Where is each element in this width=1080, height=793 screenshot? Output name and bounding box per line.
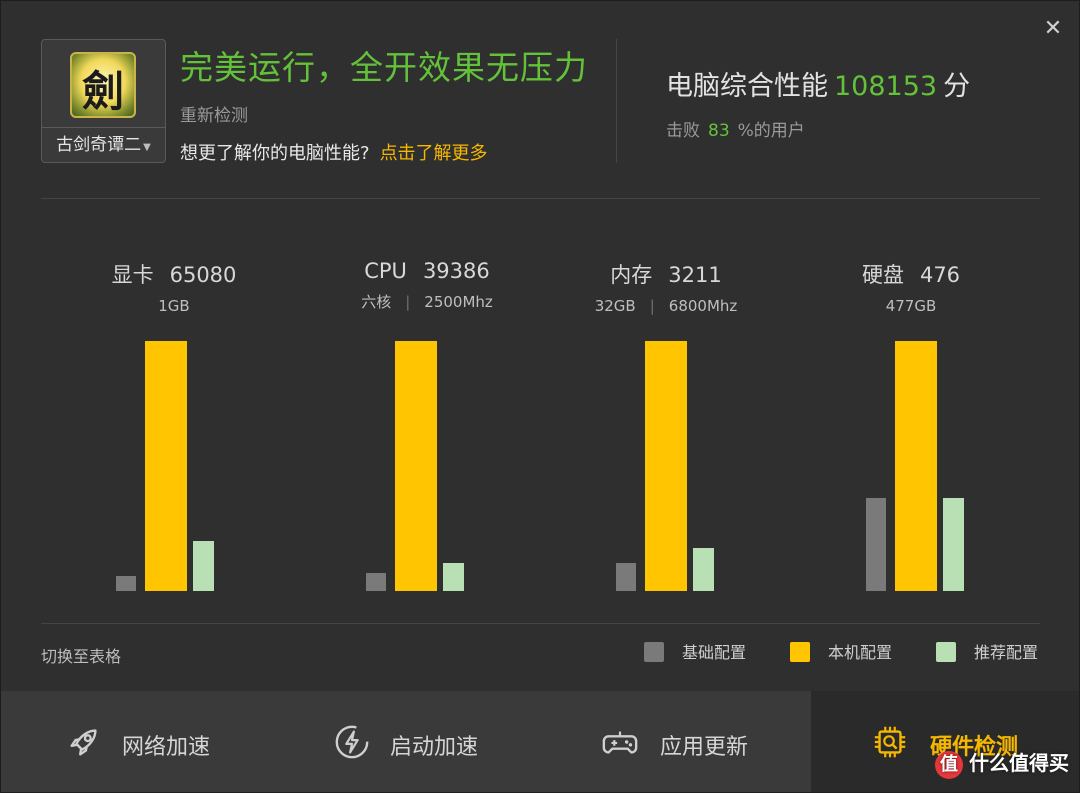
component-score: 476 — [919, 263, 961, 287]
game-icon: 劍 — [70, 52, 136, 118]
nav-startup-boost[interactable]: 启动加速 — [271, 691, 541, 792]
toggle-table-link[interactable]: 切换至表格 — [41, 643, 121, 667]
component-gpu: 显卡 65080 1GB — [64, 259, 284, 315]
nav-label: 网络加速 — [122, 735, 211, 760]
component-score: 65080 — [169, 263, 237, 287]
learn-more-link[interactable]: 点击了解更多 — [380, 143, 488, 164]
component-name: 硬盘 — [861, 263, 904, 287]
component-spec: 六核 — [361, 293, 392, 311]
component-name: 内存 — [610, 263, 653, 287]
score-value: 108153 — [834, 71, 938, 102]
component-score: 39386 — [422, 259, 490, 283]
watermark-text: 什么值得买 — [969, 751, 1069, 775]
section-divider-top — [41, 198, 1040, 199]
watermark: 值什么值得买 — [935, 746, 1069, 780]
gamepad-icon — [602, 731, 638, 754]
legend-label: 本机配置 — [828, 643, 893, 662]
bar-recommended — [443, 563, 464, 591]
nav-label: 启动加速 — [390, 735, 479, 760]
bar-mine — [895, 341, 937, 591]
chip-icon — [874, 726, 906, 758]
section-divider-bottom — [41, 623, 1040, 624]
status-title: 完美运行，全开效果无压力 — [180, 48, 588, 87]
bar-base — [366, 573, 386, 591]
score-unit: 分 — [943, 71, 971, 102]
legend-swatch — [790, 642, 810, 662]
nav-network-boost[interactable]: 网络加速 — [1, 691, 271, 792]
learn-more-text: 想更了解你的电脑性能? — [180, 143, 370, 164]
header-divider — [616, 39, 617, 163]
component-cpu: CPU 39386 六核 | 2500Mhz — [317, 259, 537, 312]
learn-more-row: 想更了解你的电脑性能? 点击了解更多 — [180, 139, 488, 165]
bar-mine — [145, 341, 187, 591]
chevron-down-icon: ▼ — [143, 142, 151, 153]
legend-swatch — [936, 642, 956, 662]
rocket-icon — [70, 729, 97, 756]
spec-separator: | — [405, 293, 411, 311]
app-window: ✕ 劍 古剑奇谭二 ▼ 完美运行，全开效果无压力 重新检测 想更了解你的电脑性能?… — [0, 0, 1080, 793]
legend-base: 基础配置 — [644, 642, 746, 664]
bar-base — [866, 498, 886, 591]
game-selector-card[interactable]: 劍 古剑奇谭二 ▼ — [41, 39, 166, 163]
component-spec-2: 6800Mhz — [668, 297, 738, 315]
bottom-nav: 网络加速 启动加速 应用更新 硬件检测 — [1, 691, 1079, 792]
component-name: CPU — [364, 259, 407, 283]
component-spec-2: 2500Mhz — [424, 293, 493, 311]
game-name: 古剑奇谭二 — [56, 135, 142, 155]
bar-mine — [645, 341, 687, 591]
bar-recommended — [193, 541, 214, 591]
bar-base — [616, 563, 636, 591]
nav-label: 应用更新 — [660, 735, 749, 760]
component-name: 显卡 — [111, 263, 154, 287]
component-score: 3211 — [668, 263, 722, 287]
beat-suffix: %的用户 — [737, 121, 805, 141]
legend-recommended: 推荐配置 — [936, 642, 1038, 664]
beat-value: 83 — [708, 121, 730, 141]
beat-prefix: 击败 — [666, 121, 700, 141]
lightning-icon — [335, 725, 369, 759]
legend-label: 推荐配置 — [974, 643, 1039, 662]
beat-percentile: 击败 83 %的用户 — [666, 116, 805, 141]
component-spec: 1GB — [158, 297, 190, 315]
legend-label: 基础配置 — [682, 643, 747, 662]
legend-swatch — [644, 642, 664, 662]
nav-app-update[interactable]: 应用更新 — [541, 691, 811, 792]
component-disk: 硬盘 476 477GB — [801, 259, 1021, 315]
game-icon-glyph: 劍 — [81, 67, 124, 116]
component-memory: 内存 3211 32GB | 6800Mhz — [556, 259, 776, 315]
bar-recommended — [693, 548, 714, 591]
component-spec: 477GB — [885, 297, 937, 315]
overall-score: 电脑综合性能 108153 分 — [666, 64, 970, 103]
watermark-badge: 值 — [935, 750, 963, 779]
bar-mine — [395, 341, 437, 591]
bar-base — [116, 576, 136, 591]
spec-separator: | — [649, 297, 655, 315]
recheck-link[interactable]: 重新检测 — [180, 101, 248, 126]
game-select-dropdown[interactable]: 古剑奇谭二 ▼ — [42, 127, 165, 162]
component-spec: 32GB — [594, 297, 636, 315]
close-button[interactable]: ✕ — [1041, 17, 1065, 41]
score-label: 电脑综合性能 — [666, 71, 828, 102]
legend-mine: 本机配置 — [790, 642, 892, 664]
bar-recommended — [943, 498, 964, 591]
